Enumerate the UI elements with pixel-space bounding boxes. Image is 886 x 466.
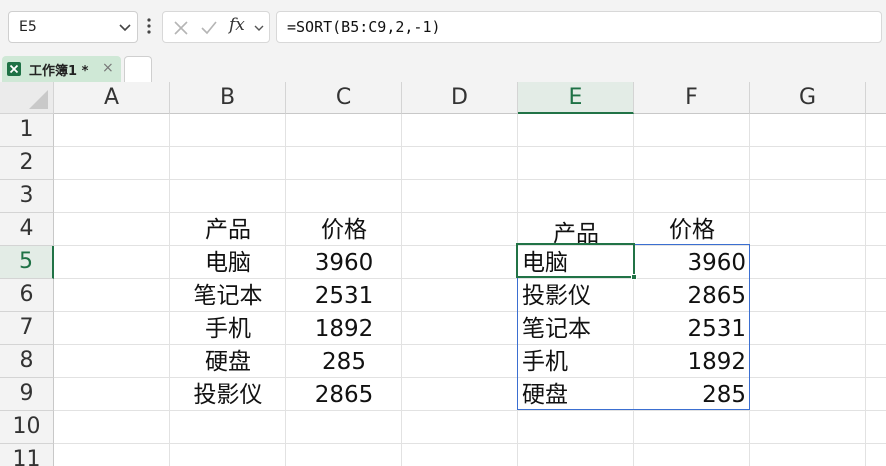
formula-text: =SORT(B5:C9,2,-1) <box>287 18 441 36</box>
cell-f9[interactable]: 285 <box>634 378 750 411</box>
cell-e8[interactable]: 手机 <box>518 345 634 378</box>
gridline <box>865 114 866 466</box>
row-header-6[interactable]: 6 <box>0 279 54 312</box>
cancel-icon[interactable] <box>171 18 191 38</box>
cell-e7[interactable]: 笔记本 <box>518 312 634 345</box>
cell-f6[interactable]: 2865 <box>634 279 750 312</box>
cell-b8[interactable]: 硬盘 <box>170 345 286 378</box>
column-header-g[interactable]: G <box>750 82 866 114</box>
cell-e6[interactable]: 投影仪 <box>518 279 634 312</box>
cell-e9[interactable]: 硬盘 <box>518 378 634 411</box>
close-icon[interactable]: × <box>102 60 114 76</box>
check-icon[interactable] <box>199 18 219 38</box>
formula-actions: fx <box>162 11 270 43</box>
row-header-3[interactable]: 3 <box>0 180 54 213</box>
cell-e5[interactable]: 电脑 <box>518 246 634 279</box>
cell-b4[interactable]: 产品 <box>170 213 286 246</box>
cell-c8[interactable]: 285 <box>286 345 402 378</box>
row-header-2[interactable]: 2 <box>0 147 54 180</box>
column-header-e[interactable]: E <box>518 82 634 114</box>
cell-f5[interactable]: 3960 <box>634 246 750 279</box>
cell-c9[interactable]: 2865 <box>286 378 402 411</box>
row-header-11[interactable]: 11 <box>0 444 54 466</box>
column-header-h[interactable] <box>866 82 886 114</box>
formula-bar: E5 fx =SORT(B5:C9,2,-1) <box>0 0 886 52</box>
gridline <box>54 443 886 444</box>
cell-b9[interactable]: 投影仪 <box>170 378 286 411</box>
cell-c4[interactable]: 价格 <box>286 213 402 246</box>
select-all-icon <box>29 90 48 109</box>
gridline <box>54 146 886 147</box>
cell-f7[interactable]: 2531 <box>634 312 750 345</box>
cell-c5[interactable]: 3960 <box>286 246 402 279</box>
column-header-b[interactable]: B <box>170 82 286 114</box>
new-tab-button[interactable] <box>124 56 152 82</box>
select-all-corner[interactable] <box>0 82 54 114</box>
name-box-value: E5 <box>19 19 37 35</box>
row-header-4[interactable]: 4 <box>0 213 54 246</box>
cell-f8[interactable]: 1892 <box>634 345 750 378</box>
workbook-tab[interactable]: 工作簿1 * × <box>2 56 121 82</box>
row-header-9[interactable]: 9 <box>0 378 54 411</box>
row-header-5[interactable]: 5 <box>0 246 54 279</box>
formula-input[interactable]: =SORT(B5:C9,2,-1) <box>276 11 882 43</box>
row-header-10[interactable]: 10 <box>0 411 54 444</box>
row-header-8[interactable]: 8 <box>0 345 54 378</box>
column-header-f[interactable]: F <box>634 82 750 114</box>
cell-c6[interactable]: 2531 <box>286 279 402 312</box>
insert-function-button[interactable]: fx <box>229 15 245 35</box>
fill-handle[interactable] <box>631 274 637 280</box>
gridline <box>54 179 886 180</box>
column-header-c[interactable]: C <box>286 82 402 114</box>
chevron-down-icon[interactable] <box>253 22 265 34</box>
chevron-down-icon[interactable] <box>117 21 133 35</box>
cell-b6[interactable]: 笔记本 <box>170 279 286 312</box>
column-header-d[interactable]: D <box>402 82 518 114</box>
cell-c7[interactable]: 1892 <box>286 312 402 345</box>
row-header-7[interactable]: 7 <box>0 312 54 345</box>
workbook-tab-strip: 工作簿1 * × <box>0 52 886 82</box>
row-header-1[interactable]: 1 <box>0 114 54 147</box>
name-box[interactable]: E5 <box>8 11 138 43</box>
more-vertical-icon[interactable] <box>144 14 154 40</box>
column-header-a[interactable]: A <box>54 82 170 114</box>
cell-f4[interactable]: 价格 <box>634 213 750 246</box>
excel-file-icon <box>7 62 21 76</box>
spreadsheet-grid[interactable]: A B C D E F G 1 2 3 4 5 6 7 8 9 10 11 产品… <box>0 82 886 466</box>
cell-b7[interactable]: 手机 <box>170 312 286 345</box>
cell-b5[interactable]: 电脑 <box>170 246 286 279</box>
workbook-tab-label: 工作簿1 * <box>29 64 89 79</box>
